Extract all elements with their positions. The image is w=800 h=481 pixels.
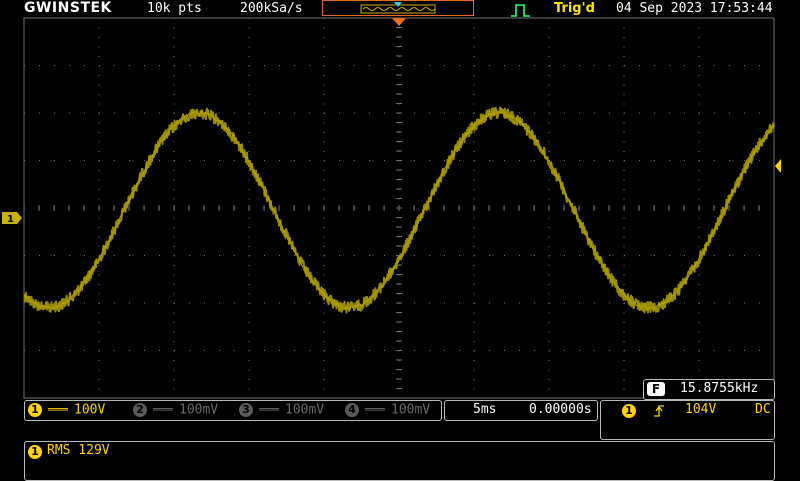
dc-coupling-icon: ═══ <box>48 403 68 416</box>
channel-1-marker-icon[interactable]: 1 <box>2 212 22 225</box>
channel-3-badge: 3 <box>239 403 253 417</box>
channel-1-badge: 1 <box>28 403 42 417</box>
measurement-rms: RMS 129V <box>47 443 110 458</box>
frequency-value: 15.8755kHz <box>680 381 759 396</box>
timebase-readout[interactable]: 5ms 0.00000s <box>444 400 598 421</box>
channel-2-volts-div: 100mV <box>179 402 219 418</box>
channel-4-volts-div: 100mV <box>391 402 431 418</box>
measurement-channel-badge: 1 <box>28 445 42 459</box>
channel-1-marker-label: 1 <box>7 214 14 225</box>
measurement-panel[interactable]: 1 RMS 129V <box>24 441 775 481</box>
trigger-level-marker-icon[interactable] <box>775 159 781 173</box>
channel-3-scale[interactable]: 3 ═══ 100mV <box>239 402 324 418</box>
waveform-display[interactable]: 1 <box>0 0 800 400</box>
channel-4-badge: 4 <box>345 403 359 417</box>
dc-coupling-icon: ═══ <box>365 403 385 416</box>
trigger-readout[interactable]: 1 104V DC <box>600 400 775 440</box>
channel-2-scale[interactable]: 2 ═══ 100mV <box>133 402 218 418</box>
channel-1-scale[interactable]: 1 ═══ 100V <box>28 402 105 418</box>
channel-3-volts-div: 100mV <box>285 402 325 418</box>
frequency-badge: F <box>647 382 665 396</box>
frequency-readout: F 15.8755kHz <box>643 379 775 400</box>
channel-1-volts-div: 100V <box>74 402 106 418</box>
trigger-level: 104V <box>685 402 717 417</box>
dc-coupling-icon: ═══ <box>259 403 279 416</box>
channel-4-scale[interactable]: 4 ═══ 100mV <box>345 402 430 418</box>
rising-edge-icon <box>654 405 664 417</box>
dc-coupling-icon: ═══ <box>153 403 173 416</box>
timebase-position: 0.00000s <box>529 402 592 417</box>
timebase-scale: 5ms <box>473 402 497 417</box>
trigger-source-badge: 1 <box>622 404 636 418</box>
channel-2-badge: 2 <box>133 403 147 417</box>
channel-scale-bar: 1 ═══ 100V 2 ═══ 100mV 3 ═══ 100mV 4 ═══ 100mV <box>24 400 442 421</box>
trigger-coupling: DC <box>755 402 771 417</box>
